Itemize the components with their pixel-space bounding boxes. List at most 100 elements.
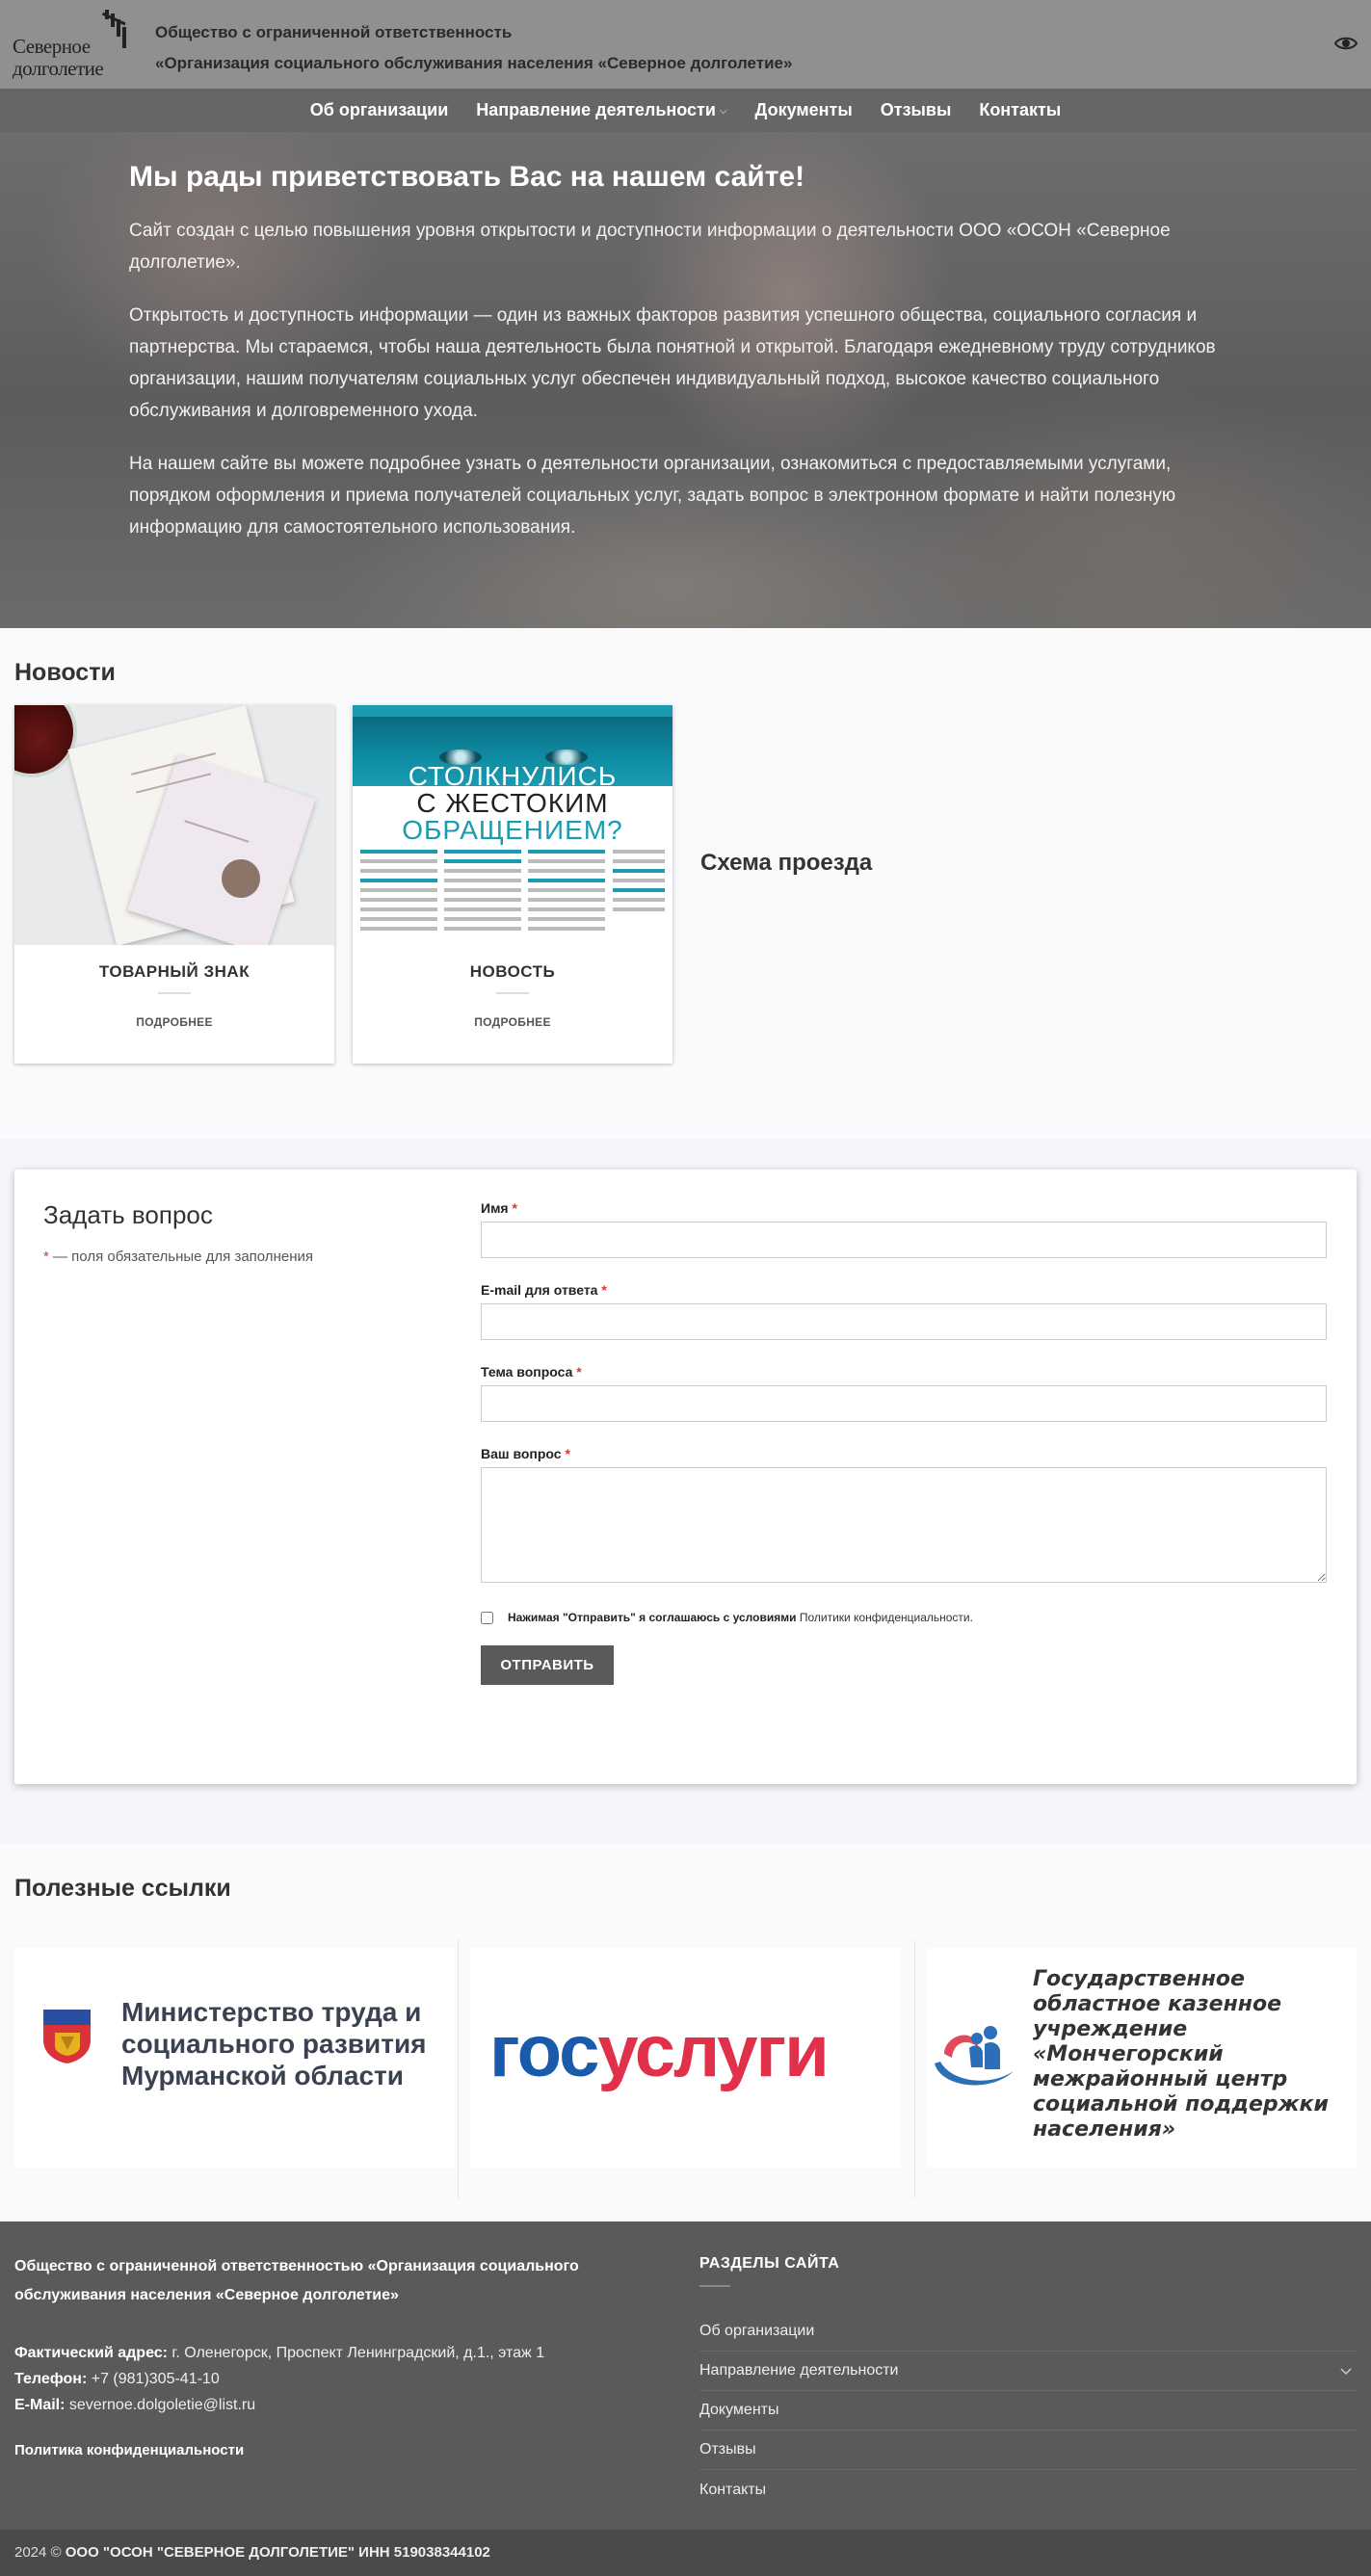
footer-menu-label: Отзывы: [699, 2441, 756, 2458]
nav-item-activities[interactable]: Направление деятельности ⌵: [476, 100, 726, 120]
privacy-policy-link[interactable]: Политики конфиденциальности.: [800, 1611, 973, 1624]
footer-menu-label: Контакты: [699, 2481, 767, 2498]
column-divider: [914, 1940, 915, 2198]
submit-button[interactable]: ОТПРАВИТЬ: [481, 1645, 614, 1685]
center-name-line7: населения»: [1033, 2117, 1176, 2142]
email-link[interactable]: severnoe.dolgoletie@list.ru: [69, 2397, 255, 2413]
read-more-link[interactable]: ПОДРОБНЕЕ: [353, 1015, 672, 1029]
news-card-trademark[interactable]: ТОВАРНЫЙ ЗНАК ПОДРОБНЕЕ: [14, 705, 334, 1064]
footer-menu-item-about[interactable]: Об организации: [699, 2312, 1357, 2352]
required-note-text: — поля обязательные для заполнения: [48, 1249, 313, 1265]
center-name-line5: межрайонный центр: [1033, 2067, 1288, 2091]
organization-name: Общество с ограниченной ответственность …: [155, 17, 792, 79]
trademark-certificate-image[interactable]: [14, 705, 334, 945]
address-label: Фактический адрес:: [14, 2345, 168, 2361]
hero-paragraph: На нашем сайте вы можете подробнее узнат…: [129, 454, 1176, 538]
footer-address: Фактический адрес: г. Оленегорск, Проспе…: [14, 2345, 544, 2362]
footer-menu-label: Направление деятельности: [699, 2362, 899, 2379]
gosuslugi-logo-part2: услуги: [597, 2011, 830, 2092]
copyright-text: ООО "ОСОН "СЕВЕРНОЕ ДОЛГОЛЕТИЕ" ИНН 5190…: [65, 2544, 490, 2561]
footer-menu-item-documents[interactable]: Документы: [699, 2391, 1357, 2431]
question-section: Задать вопрос * — поля обязательные для …: [0, 1139, 1371, 1844]
ministry-name-line3: Мурманской области: [121, 2061, 404, 2090]
read-more-link[interactable]: ПОДРОБНЕЕ: [14, 1015, 334, 1029]
gosuslugi-logo-part1: гос: [489, 2011, 599, 2092]
subject-field-group: Тема вопроса *: [481, 1364, 1327, 1422]
copyright-year: 2024 ©: [14, 2544, 66, 2561]
consent-checkbox[interactable]: [481, 1611, 493, 1624]
footer-menu-item-reviews[interactable]: Отзывы: [699, 2431, 1357, 2470]
footer-menu-label: Об организации: [699, 2323, 815, 2339]
footer-privacy-policy-link[interactable]: Политика конфиденциальности: [14, 2442, 244, 2458]
useful-links-section: Полезные ссылки Министерство труда и соц…: [0, 1844, 1371, 2221]
ministry-name: Министерство труда и социального развити…: [121, 1996, 427, 2091]
consent-text: Нажимая "Отправить" я соглашаюсь с услов…: [508, 1611, 797, 1624]
ministry-name-line1: Министерство труда и: [121, 1997, 422, 2027]
subject-label: Тема вопроса *: [481, 1364, 1327, 1380]
footer-sections-title: РАЗДЕЛЫ САЙТА: [699, 2255, 840, 2272]
hero-paragraph: Открытость и доступность информации — од…: [129, 305, 1216, 421]
nav-item-contacts[interactable]: Контакты: [979, 100, 1061, 120]
required-star: *: [512, 1200, 517, 1216]
nav-item-reviews[interactable]: Отзывы: [881, 100, 952, 120]
footer-menu-item-activities[interactable]: Направление деятельности: [699, 2352, 1357, 2391]
chevron-down-icon: ⌵: [719, 105, 727, 117]
name-label-text: Имя: [481, 1200, 509, 1216]
gosuslugi-link[interactable]: госуслуги: [470, 1948, 901, 2168]
ministry-name-line2: социального развития: [121, 2029, 427, 2059]
footer-phone: Телефон: +7 (981)305-41-10: [14, 2371, 220, 2388]
center-name-line2: областное казенное: [1033, 1992, 1282, 2016]
poster-column: [528, 850, 605, 936]
phone-value: +7 (981)305-41-10: [87, 2371, 220, 2387]
name-field-group: Имя *: [481, 1200, 1327, 1258]
family-emblem-icon: [935, 2026, 1014, 2086]
poster-headline-line3: ОБРАЩЕНИЕМ?: [402, 815, 623, 845]
chevron-down-icon[interactable]: [1339, 2364, 1353, 2378]
logo-text-line1: Северное: [13, 35, 91, 58]
nav-item-about[interactable]: Об организации: [310, 100, 448, 120]
name-input[interactable]: [481, 1222, 1327, 1258]
required-star: *: [576, 1364, 582, 1380]
monchegorsk-center-link[interactable]: Государственное областное казенное учреж…: [927, 1948, 1357, 2168]
footer-menu-item-contacts[interactable]: Контакты: [699, 2470, 1357, 2510]
email-label-text: E-mail для ответа: [481, 1282, 598, 1298]
required-fields-note: * — поля обязательные для заполнения: [43, 1249, 313, 1265]
news-title: Новости: [14, 659, 116, 686]
poster-column: [444, 850, 521, 936]
nav-item-documents[interactable]: Документы: [755, 100, 853, 120]
ministry-link[interactable]: Министерство труда и социального развити…: [14, 1948, 456, 2168]
card-divider: [158, 992, 191, 994]
card-divider: [496, 992, 529, 994]
center-name-line3: учреждение: [1033, 2017, 1188, 2041]
question-textarea[interactable]: [481, 1467, 1327, 1583]
email-label: E-mail для ответа *: [481, 1282, 1327, 1298]
subject-input[interactable]: [481, 1385, 1327, 1422]
news-card-title[interactable]: ТОВАРНЫЙ ЗНАК: [14, 962, 334, 982]
useful-links-title: Полезные ссылки: [14, 1875, 231, 1902]
phone-label: Телефон:: [14, 2371, 88, 2387]
question-label: Ваш вопрос *: [481, 1446, 1327, 1461]
eye-icon[interactable]: [1334, 33, 1358, 54]
cherry-bowl-shape: [14, 705, 77, 777]
org-name-line2: «Организация социального обслуживания на…: [155, 54, 793, 72]
hero-title: Мы рады приветствовать Вас на нашем сайт…: [129, 161, 805, 193]
news-poster-image[interactable]: СТОЛКНУЛИСЬ С ЖЕСТОКИМ ОБРАЩЕНИЕМ?: [353, 705, 672, 945]
route-map-title: Схема проезда: [700, 850, 873, 876]
hero-banner: Мы рады приветствовать Вас на нашем сайт…: [0, 132, 1371, 628]
logo-bars-icon: [101, 10, 126, 48]
address-value: г. Оленегорск, Проспект Ленинградский, д…: [167, 2345, 545, 2361]
news-card-title[interactable]: НОВОСТЬ: [353, 962, 672, 982]
footer-menu-label: Документы: [699, 2402, 779, 2418]
email-input[interactable]: [481, 1303, 1327, 1340]
email-field-group: E-mail для ответа *: [481, 1282, 1327, 1340]
copyright-bar: 2024 © ООО "ОСОН "СЕВЕРНОЕ ДОЛГОЛЕТИЕ" И…: [0, 2530, 1371, 2576]
nav-item-activities-label: Направление деятельности: [476, 100, 716, 119]
main-nav: Об организации Направление деятельности ⌵…: [0, 89, 1371, 132]
question-form-title: Задать вопрос: [43, 1200, 213, 1229]
copyright: 2024 © ООО "ОСОН "СЕВЕРНОЕ ДОЛГОЛЕТИЕ" И…: [14, 2544, 490, 2561]
poster-column: [360, 850, 437, 936]
site-logo[interactable]: Северное долголетие: [13, 8, 128, 81]
hero-paragraph: Сайт создан с целью повышения уровня отк…: [129, 221, 1171, 273]
hero-text: Сайт создан с целью повышения уровня отк…: [129, 215, 1256, 565]
news-card-news[interactable]: СТОЛКНУЛИСЬ С ЖЕСТОКИМ ОБРАЩЕНИЕМ? НОВОС…: [353, 705, 672, 1064]
